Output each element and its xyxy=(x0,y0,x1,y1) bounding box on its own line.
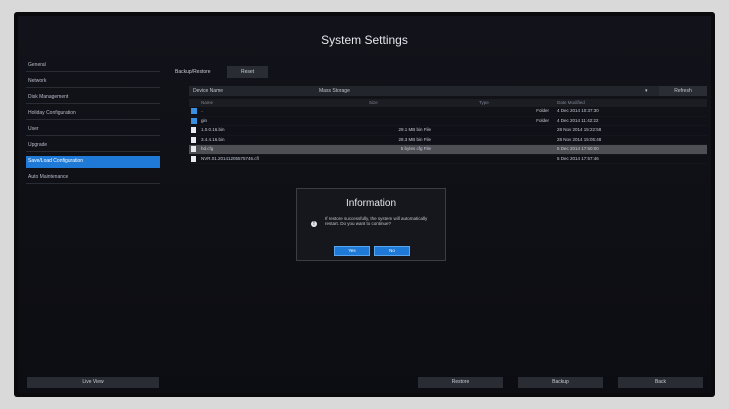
file-table: Name Size Type Date Modified .. Folder 4… xyxy=(189,99,707,164)
no-button[interactable]: No xyxy=(374,246,410,256)
refresh-button[interactable]: Refresh xyxy=(659,86,707,96)
sidebar-item-holiday-configuration[interactable]: Holiday Configuration xyxy=(26,108,160,120)
file-date: 28 Nov 2014 15:22:58 xyxy=(557,127,602,132)
file-date: 5 Dec 2014 17:57:46 xyxy=(557,155,599,161)
sidebar-item-upgrade[interactable]: Upgrade xyxy=(26,140,160,152)
file-size: 5 bytes cfg File xyxy=(400,146,431,151)
file-icon xyxy=(191,127,196,133)
settings-screen: System Settings General Network Disk Man… xyxy=(18,16,711,393)
file-icon xyxy=(191,155,196,162)
column-header-name[interactable]: Name xyxy=(201,99,311,107)
file-name: 1.0.0.16.bin xyxy=(201,127,225,132)
tab-reset[interactable]: Reset xyxy=(227,66,269,78)
sidebar-item-network[interactable]: Network xyxy=(26,76,160,88)
sidebar-item-auto-maintenance[interactable]: Auto Maintenance xyxy=(26,172,160,184)
file-icon xyxy=(191,136,196,143)
backup-button[interactable]: Backup xyxy=(518,377,603,388)
tab-backup-restore[interactable]: Backup/Restore xyxy=(169,66,217,78)
information-dialog: Information ! If restore successfully, t… xyxy=(296,188,446,261)
live-view-button[interactable]: Live View xyxy=(27,377,159,388)
info-icon: ! xyxy=(311,221,317,227)
page-title: System Settings xyxy=(321,33,408,47)
table-row[interactable]: 3.4.4.16.bin 28.3 MB bin File 28 Nov 201… xyxy=(189,136,707,145)
yes-button[interactable]: Yes xyxy=(334,246,370,256)
file-name: hd.cfg xyxy=(201,146,214,151)
file-icon xyxy=(191,146,196,152)
file-name: NVR.01.20141205575746.cfl xyxy=(201,155,259,161)
dialog-message: If restore successfully, the system will… xyxy=(325,216,428,226)
file-name: gin xyxy=(201,117,208,123)
device-name-select[interactable]: Mass Storage xyxy=(319,86,659,96)
file-name: 3.4.4.16.bin xyxy=(201,136,225,142)
sidebar-item-disk-management[interactable]: Disk Management xyxy=(26,92,160,104)
file-date: 4 Dec 2014 11:42:22 xyxy=(557,117,599,123)
table-row[interactable]: gin Folder 4 Dec 2014 11:42:22 xyxy=(189,117,707,126)
restore-button[interactable]: Restore xyxy=(418,377,503,388)
back-button[interactable]: Back xyxy=(618,377,703,388)
file-size: 28.3 MB bin File xyxy=(398,136,431,142)
file-date: 5 Dec 2014 17:50:00 xyxy=(557,146,599,151)
table-header: Name Size Type Date Modified xyxy=(189,99,707,107)
file-name: .. xyxy=(201,108,204,113)
folder-icon xyxy=(191,117,197,124)
chevron-down-icon[interactable]: ▾ xyxy=(645,86,648,96)
file-type: Folder xyxy=(536,108,549,113)
sidebar-item-save-load-configuration[interactable]: Save/Load Configuration xyxy=(26,156,160,168)
folder-icon xyxy=(191,108,197,114)
device-name-label: Device Name xyxy=(193,88,224,94)
dialog-title: Information xyxy=(345,198,397,209)
table-row[interactable]: NVR.01.20141205575746.cfl 5 Dec 2014 17:… xyxy=(189,155,707,164)
table-row[interactable]: .. Folder 4 Dec 2014 10:37:30 xyxy=(189,107,707,117)
monitor-frame: System Settings General Network Disk Man… xyxy=(14,12,715,397)
file-size: 29.1 MB bin File xyxy=(398,127,431,132)
sidebar-item-user[interactable]: User xyxy=(26,124,160,136)
column-header-size[interactable]: Size xyxy=(369,99,489,107)
column-header-date[interactable]: Date Modified xyxy=(557,99,697,107)
table-row[interactable]: 1.0.0.16.bin 29.1 MB bin File 28 Nov 201… xyxy=(189,126,707,136)
file-date: 4 Dec 2014 10:37:30 xyxy=(557,108,599,113)
file-date: 28 Nov 2014 15:05:48 xyxy=(557,136,602,142)
sidebar-item-general[interactable]: General xyxy=(26,60,160,72)
file-type: Folder xyxy=(536,117,549,123)
tab-bar: Backup/Restore Reset xyxy=(169,60,269,78)
device-selector-row: Device Name Mass Storage ▾ Refresh xyxy=(189,86,707,96)
table-row-selected[interactable]: hd.cfg 5 bytes cfg File 5 Dec 2014 17:50… xyxy=(189,145,707,155)
sidebar: General Network Disk Management Holiday … xyxy=(26,60,160,188)
